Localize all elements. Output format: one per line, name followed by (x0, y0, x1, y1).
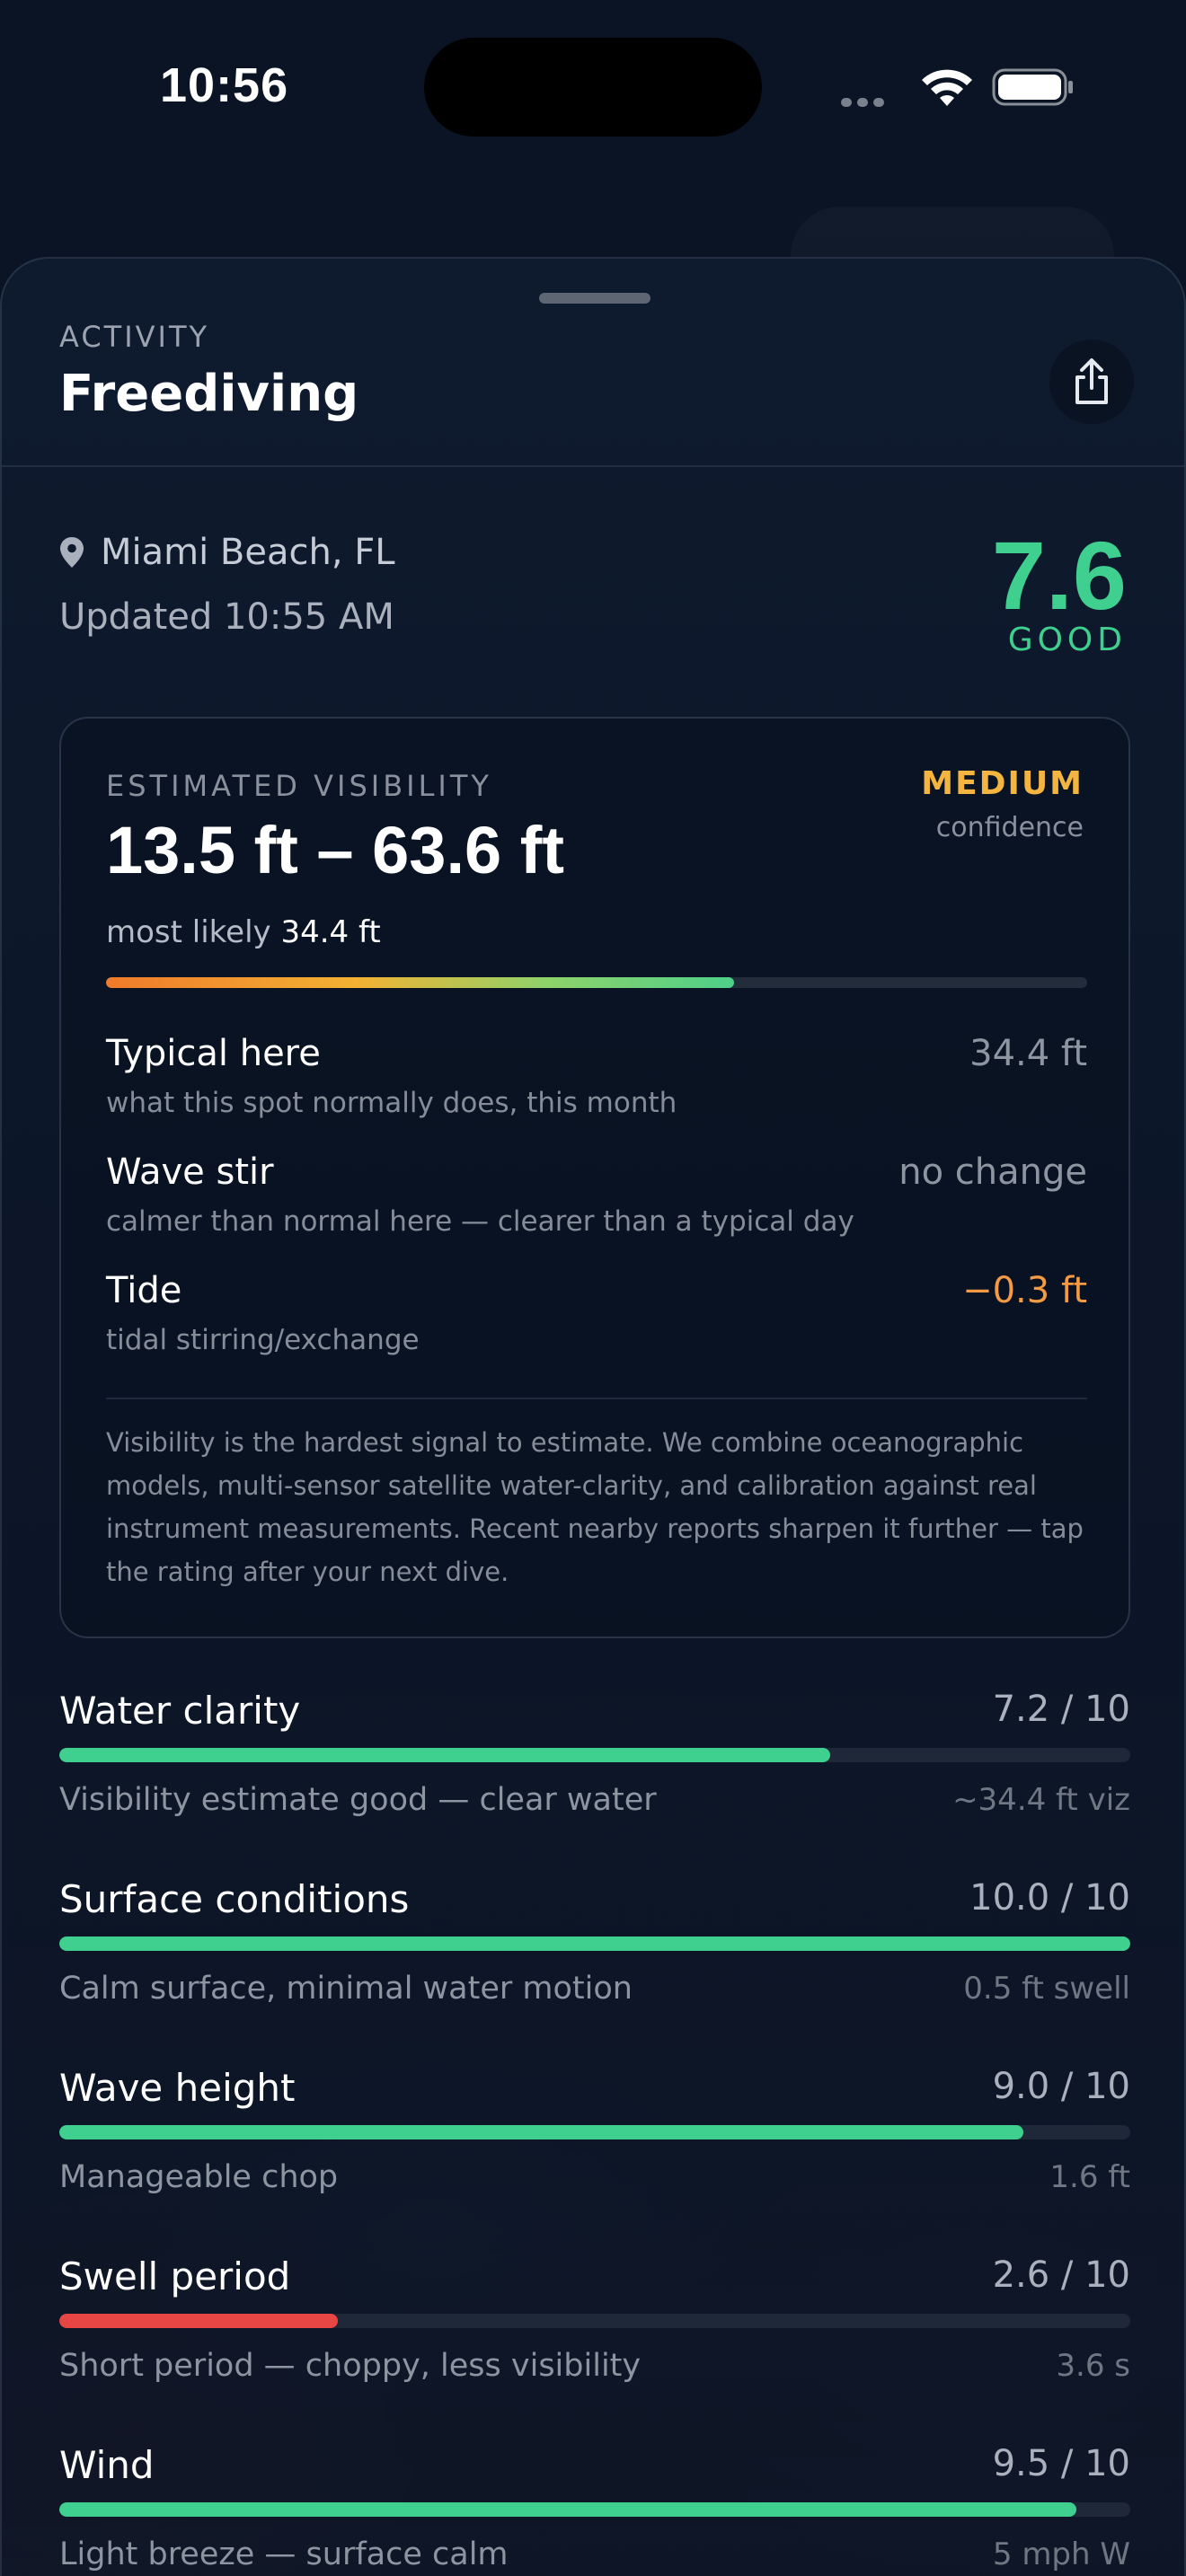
metric-bar (59, 1936, 1130, 1951)
factor-tide: Tide tidal stirring/exchange −0.3 ft (106, 1270, 1087, 1356)
metric-score: 7.2 / 10 (992, 1689, 1130, 1730)
metric-description: Calm surface, minimal water motion (59, 1971, 633, 2007)
factor-value: −0.3 ft (962, 1270, 1087, 1311)
visibility-range: 13.5 ft – 63.6 ft (106, 813, 565, 887)
factor-sub: calmer than normal here — clearer than a… (106, 1205, 854, 1238)
overall-rating-label: GOOD (1007, 622, 1127, 658)
visibility-eyebrow: ESTIMATED VISIBILITY (106, 769, 492, 803)
dynamic-island (424, 38, 762, 137)
signal-icon (841, 93, 900, 107)
location-pin-icon (60, 537, 84, 568)
metric-label: Water clarity (59, 1689, 301, 1733)
metric-surface-conditions[interactable]: Surface conditions 10.0 / 10 Calm surfac… (59, 1877, 1130, 2048)
share-button[interactable] (1049, 340, 1134, 424)
factor-sub: tidal stirring/exchange (106, 1324, 420, 1356)
metric-wave-height[interactable]: Wave height 9.0 / 10 Manageable chop 1.6… (59, 2066, 1130, 2236)
factor-label: Tide (106, 1270, 182, 1311)
metric-bar (59, 2314, 1130, 2328)
visibility-card: ESTIMATED VISIBILITY MEDIUM confidence 1… (59, 717, 1130, 1638)
visibility-bar (106, 977, 1087, 988)
metric-bar (59, 2125, 1130, 2139)
status-time: 10:56 (160, 58, 289, 112)
metric-score: 9.0 / 10 (992, 2066, 1130, 2107)
metric-bar-fill (59, 1936, 1130, 1951)
metric-bar (59, 2502, 1130, 2517)
overall-score: 7.6 (991, 521, 1127, 630)
metric-bar-fill (59, 2314, 338, 2328)
factor-sub: what this spot normally does, this month (106, 1087, 677, 1119)
metric-description: Short period — choppy, less visibility (59, 2348, 642, 2384)
factor-wave-stir: Wave stir calmer than normal here — clea… (106, 1151, 1087, 1238)
metric-label: Swell period (59, 2254, 291, 2298)
metric-label: Surface conditions (59, 1877, 410, 1921)
card-divider (106, 1398, 1087, 1399)
visibility-note: Visibility is the hardest signal to esti… (106, 1427, 1084, 1587)
factor-typical: Typical here what this spot normally doe… (106, 1033, 1087, 1119)
status-bar: 10:56 (0, 0, 1186, 171)
sheet-header: ACTIVITY Freediving (2, 259, 1184, 467)
metric-detail: 0.5 ft swell (963, 1971, 1130, 2007)
metric-detail: 5 mph W (992, 2536, 1130, 2572)
metric-bar-fill (59, 2125, 1023, 2139)
most-likely-prefix: most likely (106, 914, 271, 950)
metric-bar-fill (59, 1748, 831, 1762)
metric-detail: 1.6 ft (1049, 2159, 1130, 2195)
confidence-label: confidence (935, 812, 1084, 843)
metric-label: Wind (59, 2443, 155, 2487)
metric-wind[interactable]: Wind 9.5 / 10 Light breeze — surface cal… (59, 2443, 1130, 2576)
metric-bar (59, 1748, 1130, 1762)
metric-detail: ~34.4 ft viz (952, 1782, 1130, 1818)
activity-sheet: ACTIVITY Freediving Miami Beach, FL Upda… (0, 257, 1186, 2576)
confidence-level: MEDIUM (921, 765, 1084, 802)
metric-score: 9.5 / 10 (992, 2443, 1130, 2484)
factor-value: 34.4 ft (969, 1033, 1087, 1074)
metric-description: Manageable chop (59, 2159, 339, 2195)
metric-bar-fill (59, 2502, 1077, 2517)
updated-time: Updated 10:55 AM (59, 596, 394, 638)
location-row: Miami Beach, FL (59, 532, 395, 573)
factor-value: no change (898, 1151, 1087, 1193)
metric-score: 2.6 / 10 (992, 2254, 1130, 2296)
sheet-title: Freediving (59, 365, 359, 423)
factor-label: Typical here (106, 1033, 321, 1074)
share-icon (1075, 358, 1108, 404)
sheet-eyebrow: ACTIVITY (59, 320, 210, 354)
location-name: Miami Beach, FL (101, 532, 395, 573)
metric-description: Visibility estimate good — clear water (59, 1782, 657, 1818)
most-likely-value: 34.4 ft (280, 914, 381, 950)
battery-icon (992, 68, 1073, 106)
metric-description: Light breeze — surface calm (59, 2536, 509, 2572)
metric-detail: 3.6 s (1056, 2348, 1130, 2384)
visibility-bar-fill (106, 977, 734, 988)
metric-water-clarity[interactable]: Water clarity 7.2 / 10 Visibility estima… (59, 1689, 1130, 1859)
metric-score: 10.0 / 10 (969, 1877, 1130, 1919)
wifi-icon (922, 69, 972, 106)
most-likely: most likely 34.4 ft (106, 914, 381, 950)
metric-swell-period[interactable]: Swell period 2.6 / 10 Short period — cho… (59, 2254, 1130, 2425)
metric-label: Wave height (59, 2066, 296, 2110)
